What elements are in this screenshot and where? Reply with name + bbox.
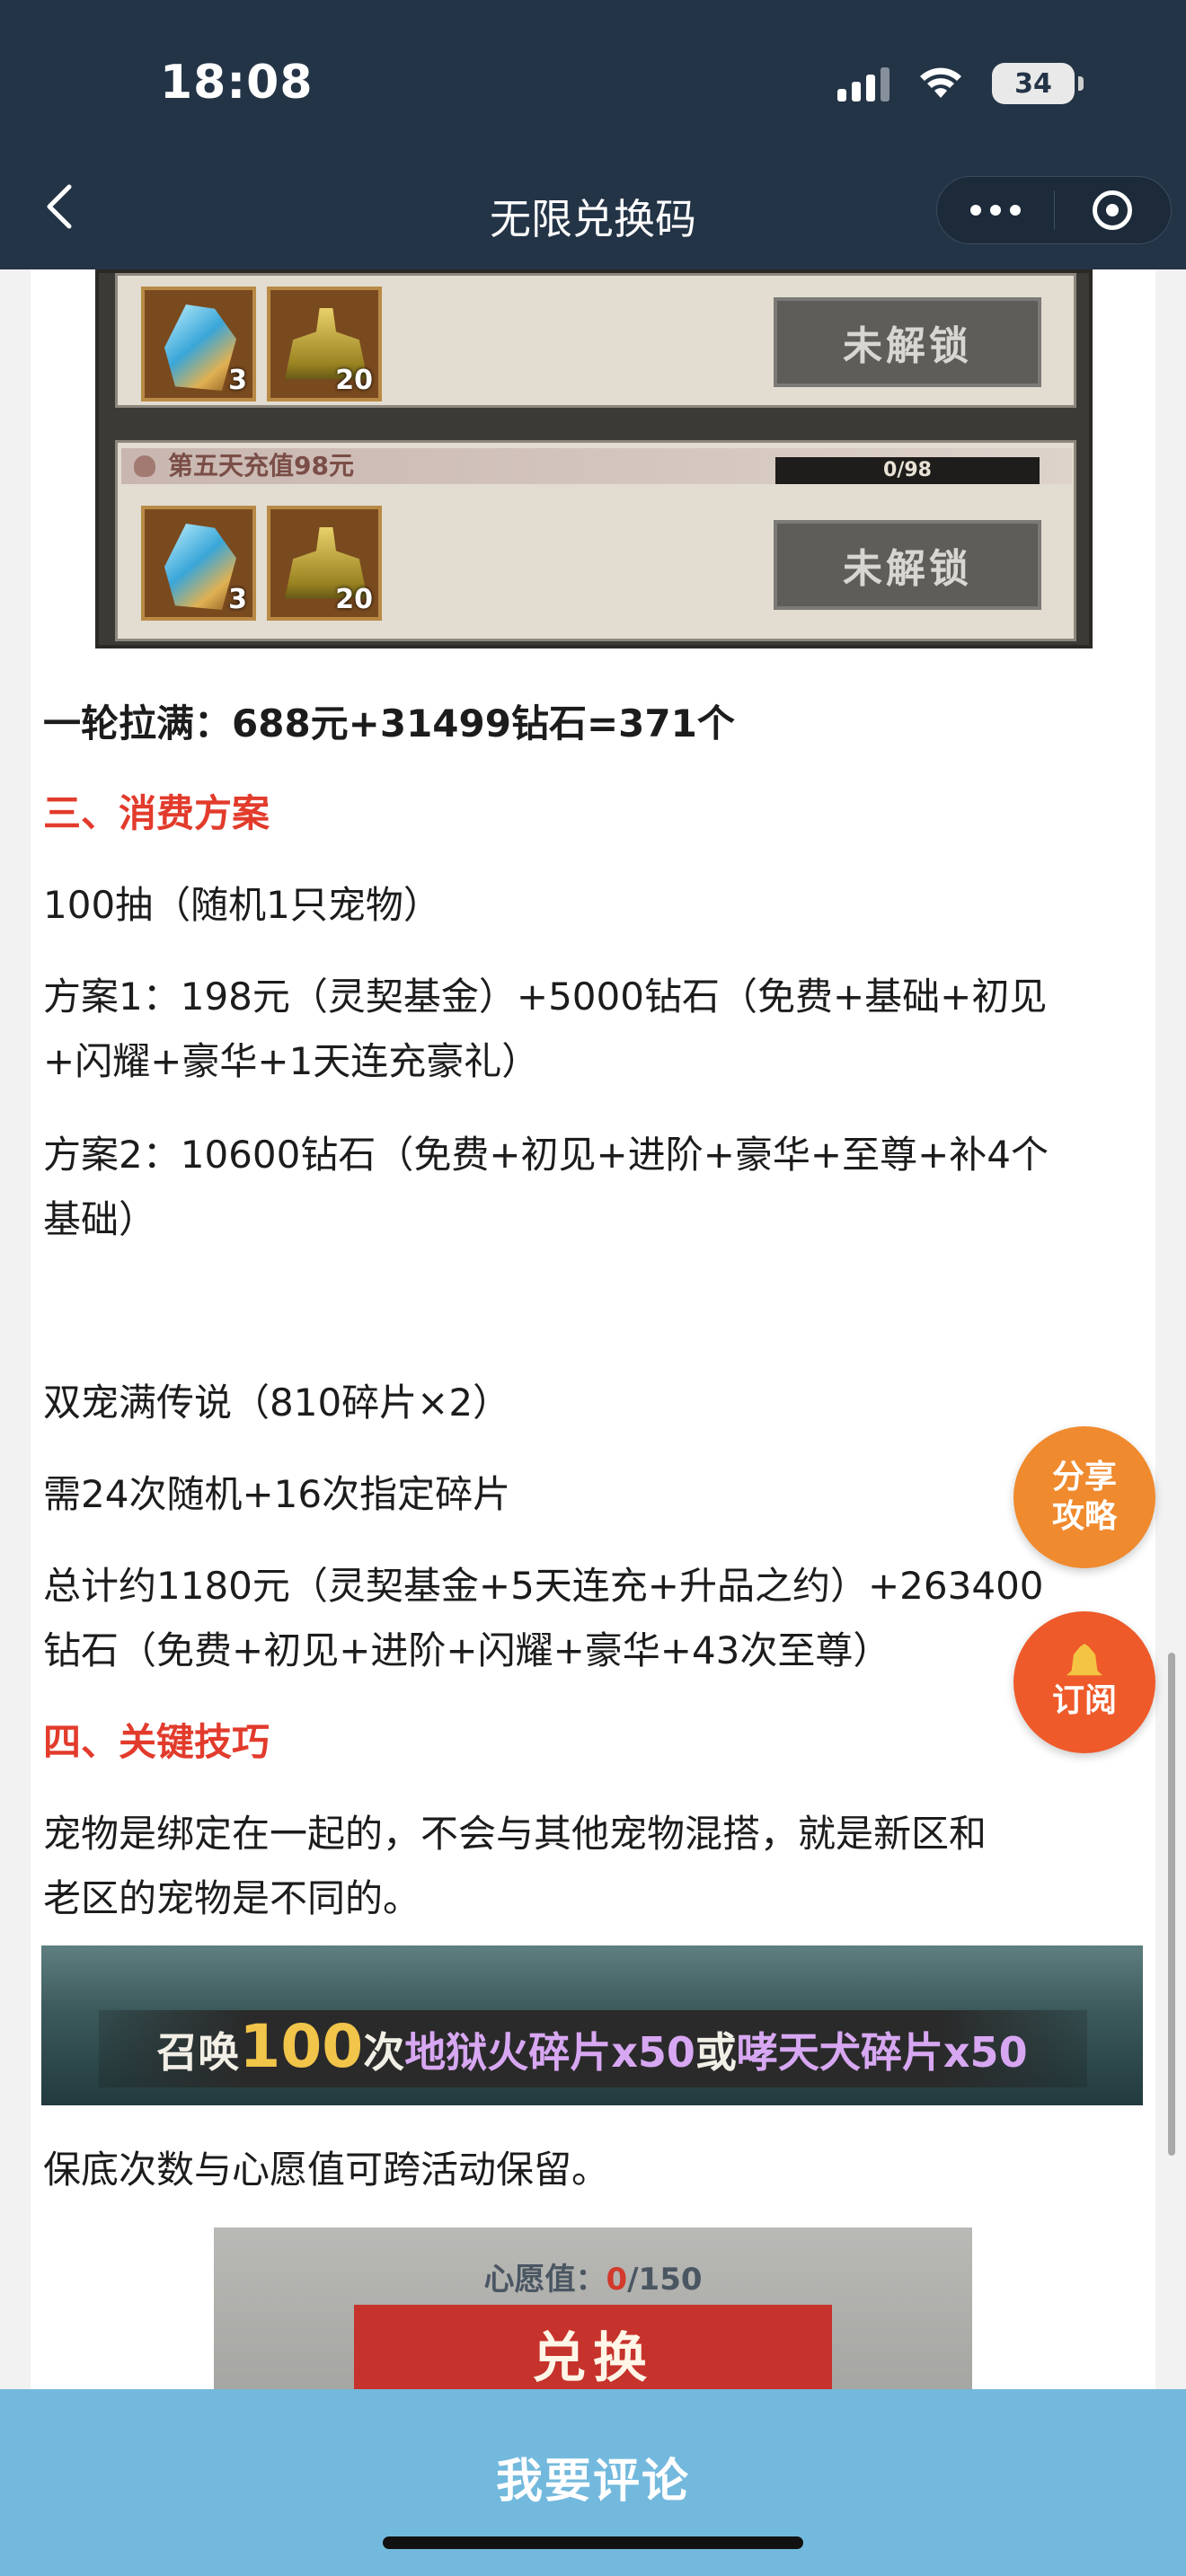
top-bar: 18:08 34 无限兑换码 <box>0 0 1186 269</box>
paragraph-line: 方案2：10600钻石（免费+初见+进阶+豪华+至尊+补4个 <box>43 1133 1049 1177</box>
crystal-item: 3 <box>141 287 256 401</box>
mini-program-capsule <box>936 176 1172 244</box>
share-guide-button[interactable]: 分享 攻略 <box>1013 1426 1155 1568</box>
paragraph-line: 总计约1180元（灵契基金+5天连充+升品之约）+263400 <box>43 1564 1044 1608</box>
reward-row-title: 第五天充值98元 0/98 <box>121 448 1072 484</box>
wifi-icon <box>916 66 965 101</box>
section-heading: 四、关键技巧 <box>43 1720 270 1764</box>
banner-text: 召唤100次地狱火碎片x50或哮天犬碎片x50 <box>41 2012 1143 2081</box>
item-count: 3 <box>228 365 247 396</box>
crystal-icon <box>164 304 236 391</box>
paragraph-line: 基础） <box>43 1197 157 1241</box>
bell-icon <box>1067 1644 1102 1676</box>
banner-item1: 地狱火碎片x50 <box>404 2028 695 2077</box>
comment-button-label: 我要评论 <box>495 2455 690 2509</box>
summon-banner-image: 召唤100次地狱火碎片x50或哮天犬碎片x50 <box>41 1945 1143 2105</box>
flame-icon <box>134 455 155 477</box>
reward-row-title-text: 第五天充值98元 <box>168 451 354 481</box>
article-content: 3 20 未解锁 第五天充值98元 0/98 3 20 未解锁 一轮拉满：688… <box>31 269 1155 2389</box>
paragraph: 双宠满传说（810碎片×2） <box>43 1381 511 1425</box>
share-label-line2: 攻略 <box>1051 1498 1117 1535</box>
paragraph-line: +闪耀+豪华+1天连充豪礼） <box>43 1039 540 1083</box>
crystal-item: 3 <box>141 506 256 621</box>
banner-prefix: 召唤 <box>156 2028 240 2077</box>
close-button[interactable] <box>1055 177 1172 243</box>
wish-value-image: 心愿值：0/150 兑换 <box>214 2228 972 2389</box>
wish-max: /150 <box>627 2262 703 2298</box>
banner-or: 或 <box>695 2028 737 2077</box>
paragraph-line: 方案1：198元（灵契基金）+5000钻石（免费+基础+初见 <box>43 975 1048 1019</box>
reward-row: 3 20 未解锁 <box>115 273 1076 408</box>
crystal-icon <box>164 524 236 610</box>
subscribe-label: 订阅 <box>1051 1682 1117 1719</box>
banner-item2: 哮天犬碎片x50 <box>736 2028 1028 2077</box>
paragraph-line: 宠物是绑定在一起的，不会与其他宠物混搭，就是新区和 <box>43 1812 987 1856</box>
paragraph: 100抽（随机1只宠物） <box>43 883 441 927</box>
share-label-line1: 分享 <box>1051 1459 1117 1495</box>
banner-suffix: 次 <box>363 2028 405 2077</box>
paragraph-line: 钻石（免费+初见+进阶+闪耀+豪华+43次至尊） <box>43 1628 891 1672</box>
home-indicator <box>383 2536 803 2549</box>
helmet-item: 20 <box>267 506 382 621</box>
helmet-item: 20 <box>267 287 382 401</box>
status-time: 18:08 <box>160 56 314 110</box>
item-count: 3 <box>228 584 247 615</box>
target-icon <box>1093 190 1133 230</box>
item-count: 20 <box>335 584 373 615</box>
cellular-signal-icon <box>837 66 890 101</box>
scrollbar[interactable] <box>1168 1653 1175 2156</box>
paragraph: 保底次数与心愿值可跨活动保留。 <box>43 2148 610 2192</box>
section-heading: 三、消费方案 <box>43 791 270 835</box>
battery-icon: 34 <box>992 63 1084 104</box>
banner-count: 100 <box>239 2012 364 2081</box>
more-dots-icon <box>969 205 981 216</box>
locked-button: 未解锁 <box>774 297 1041 387</box>
paragraph-line: 老区的宠物是不同的。 <box>43 1876 421 1920</box>
recharge-rewards-image: 3 20 未解锁 第五天充值98元 0/98 3 20 未解锁 <box>95 269 1093 648</box>
exchange-button-image: 兑换 <box>354 2305 832 2389</box>
wish-current: 0 <box>606 2262 628 2298</box>
recharge-progress: 0/98 <box>775 457 1040 484</box>
locked-button: 未解锁 <box>774 520 1041 610</box>
wish-label-text: 心愿值： <box>483 2262 606 2298</box>
item-count: 20 <box>335 365 373 396</box>
summary-text: 一轮拉满：688元+31499钻石=371个 <box>43 701 735 745</box>
wish-value-label: 心愿值：0/150 <box>214 2254 972 2298</box>
reward-row: 第五天充值98元 0/98 3 20 未解锁 <box>115 440 1076 641</box>
page-gutter-left <box>0 269 31 2389</box>
paragraph: 需24次随机+16次指定碎片 <box>43 1472 511 1516</box>
status-icons: 34 <box>837 63 1084 104</box>
subscribe-button[interactable]: 订阅 <box>1013 1611 1155 1753</box>
more-button[interactable] <box>937 177 1054 243</box>
